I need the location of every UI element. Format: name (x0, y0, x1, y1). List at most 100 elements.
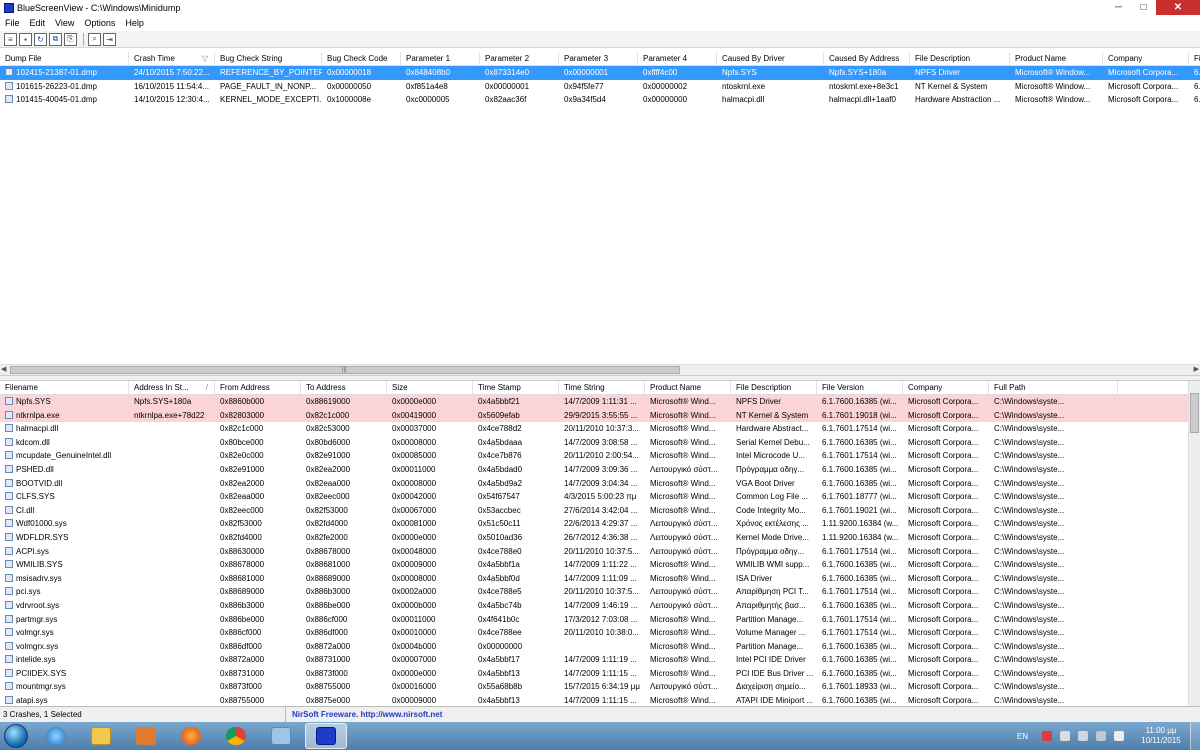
table-row[interactable]: atapi.sys 0x88755000 0x8875e000 0x00009000 0… (0, 694, 1188, 706)
table-row[interactable]: Wdf01000.sys 0x82f53000 0x82fd4000 0x000810… (0, 517, 1188, 531)
table-cell: 6.1.7600.16385 (wi... (817, 477, 903, 491)
menu-file[interactable]: File (0, 18, 25, 28)
cell-text: 6.1.7601.17514 (wi... (822, 546, 897, 556)
column-header[interactable]: Time Stamp (473, 381, 559, 395)
column-header[interactable]: Company (1103, 52, 1189, 66)
column-header[interactable]: Bug Check Code (322, 52, 401, 66)
column-header[interactable]: / Address In St... (129, 381, 215, 395)
table-row[interactable]: ntkrnlpa.exe ntkrnlpa.exe+78d22 0x82803000… (0, 408, 1188, 423)
table-row[interactable]: msisadrv.sys 0x88681000 0x88689000 0x000080… (0, 572, 1188, 586)
column-header[interactable]: Filename (0, 381, 129, 395)
table-cell: C:\Windows\syste... (989, 667, 1118, 681)
table-row[interactable]: volmgr.sys 0x886cf000 0x886df000 0x00010000… (0, 626, 1188, 640)
start-button[interactable] (0, 722, 32, 750)
clock[interactable]: 11:00 μμ 10/11/2015 (1132, 726, 1190, 746)
column-header[interactable]: File Version (817, 381, 903, 395)
table-row[interactable]: mcupdate_GenuineIntel.dll 0x82e0c000 0x82e… (0, 449, 1188, 463)
column-header[interactable]: Caused By Driver (717, 52, 824, 66)
copy-icon[interactable]: ⧉ (49, 32, 62, 46)
scroll-thumb[interactable] (1190, 393, 1199, 433)
taskbar-media-player[interactable] (125, 723, 167, 749)
column-header[interactable]: Time String (559, 381, 645, 395)
column-header[interactable]: Bug Check String (215, 52, 322, 66)
taskbar-firefox[interactable] (170, 723, 212, 749)
column-header[interactable]: Parameter 2 (480, 52, 559, 66)
column-header[interactable]: Caused By Address (824, 52, 910, 66)
column-header[interactable]: Dump File (0, 52, 129, 66)
table-row[interactable]: pci.sys 0x88689000 0x886b3000 0x0002a000 0x4… (0, 585, 1188, 599)
menu-edit[interactable]: Edit (25, 18, 51, 28)
scroll-left-icon[interactable]: ◀ (1, 365, 6, 373)
maximize-button[interactable]: □ (1131, 0, 1156, 15)
properties-icon[interactable]: ≡ (4, 32, 17, 46)
table-row[interactable]: ACPI.sys 0x88630000 0x88678000 0x00048000 0x… (0, 545, 1188, 559)
table-row[interactable]: WMILIB.SYS 0x88678000 0x88681000 0x00009000… (0, 558, 1188, 572)
column-header[interactable]: To Address (301, 381, 387, 395)
column-header[interactable]: Parameter 3 (559, 52, 638, 66)
find-icon[interactable]: ⌕ (88, 32, 101, 46)
table-row[interactable]: PSHED.dll 0x82e91000 0x82ea2000 0x00011000 0… (0, 463, 1188, 477)
column-header[interactable]: Size (387, 381, 473, 395)
network-icon[interactable] (1078, 731, 1088, 741)
menu-help[interactable]: Help (120, 18, 149, 28)
column-header[interactable]: Product Name (645, 381, 731, 395)
volume-icon[interactable] (1114, 731, 1124, 741)
taskbar-window-switcher[interactable] (260, 723, 302, 749)
column-header[interactable]: Full Path (989, 381, 1118, 395)
file-icon (5, 587, 13, 596)
refresh-icon[interactable]: ↻ (34, 32, 47, 46)
taskbar-internet-explorer[interactable] (35, 723, 77, 749)
save-icon[interactable]: ▪ (19, 32, 32, 46)
table-cell: halmacpi.dll+1aaf0 (824, 93, 910, 107)
column-header[interactable]: Product Name (1010, 52, 1103, 66)
power-icon[interactable] (1096, 731, 1106, 741)
table-row[interactable]: 102415-21387-01.dmp 24/10/2015 7:50:22...… (0, 66, 1200, 80)
file-icon (5, 641, 13, 650)
column-header[interactable]: Fi (1189, 52, 1200, 66)
table-row[interactable]: WDFLDR.SYS 0x82fd4000 0x82fe2000 0x0000e000… (0, 531, 1188, 545)
taskbar-chrome[interactable] (215, 723, 257, 749)
table-row[interactable]: BOOTVID.dll 0x82ea2000 0x82eaa000 0x0000800… (0, 477, 1188, 491)
table-cell: 1.11.9200.16384 (w... (817, 517, 903, 531)
taskbar-file-explorer[interactable] (80, 723, 122, 749)
exit-icon[interactable]: ⇥ (103, 32, 116, 46)
taskbar-bluescreenview[interactable] (305, 723, 347, 749)
crash-list-hscrollbar[interactable]: ◀ ||| ▶ (0, 364, 1200, 375)
column-header[interactable]: Parameter 4 (638, 52, 717, 66)
column-header[interactable]: File Description (731, 381, 817, 395)
table-row[interactable]: Npfs.SYS Npfs.SYS+180a 0x8860b000 0x8861900… (0, 395, 1188, 409)
table-row[interactable]: kdcom.dll 0x80bce000 0x80bd6000 0x00008000 0… (0, 436, 1188, 450)
close-button[interactable]: ✕ (1156, 0, 1200, 15)
table-row[interactable]: CLFS.SYS 0x82eaa000 0x82eec000 0x00042000 0x… (0, 490, 1188, 504)
table-row[interactable]: partmgr.sys 0x886be000 0x886cf000 0x0001100… (0, 613, 1188, 627)
table-cell: 0x886cf000 (215, 626, 301, 640)
table-row[interactable]: mountmgr.sys 0x8873f000 0x88755000 0x000160… (0, 680, 1188, 694)
column-header[interactable]: File Description (910, 52, 1010, 66)
table-row[interactable]: 101415-40045-01.dmp 14/10/2015 12:30:4...… (0, 93, 1200, 107)
cell-text: 0x00008000 (392, 437, 437, 447)
driver-list-vscrollbar[interactable] (1188, 381, 1200, 706)
column-header[interactable]: Parameter 1 (401, 52, 480, 66)
scroll-right-icon[interactable]: ▶ (1194, 365, 1199, 373)
table-row[interactable]: vdrvroot.sys 0x886b3000 0x886be000 0x0000b0… (0, 599, 1188, 613)
column-header[interactable]: ▽ Crash Time (129, 52, 215, 66)
table-row[interactable]: intelide.sys 0x8872a000 0x88731000 0x000070… (0, 653, 1188, 667)
table-row[interactable]: 101615-26223-01.dmp 16/10/2015 11:54:4...… (0, 80, 1200, 94)
show-desktop-button[interactable] (1190, 722, 1200, 750)
copy-report-icon[interactable]: ⎘ (64, 32, 77, 46)
action-center-icon[interactable] (1060, 731, 1070, 741)
table-row[interactable]: halmacpi.dll 0x82c1c000 0x82c53000 0x000370… (0, 422, 1188, 436)
table-cell: 0x0000e000 (387, 667, 473, 681)
menu-view[interactable]: View (50, 18, 79, 28)
nirsoft-link[interactable]: NirSoft Freeware. http://www.nirsoft.net (286, 710, 442, 719)
language-indicator[interactable]: EN (1017, 732, 1028, 741)
table-row[interactable]: PCIIDEX.SYS 0x88731000 0x8873f000 0x0000e00… (0, 667, 1188, 681)
column-header[interactable]: From Address (215, 381, 301, 395)
table-row[interactable]: CI.dll 0x82eec000 0x82f53000 0x00067000 0x53… (0, 504, 1188, 518)
column-header[interactable]: Company (903, 381, 989, 395)
table-row[interactable]: volmgrx.sys 0x886df000 0x8872a000 0x0004b00… (0, 640, 1188, 654)
table-cell: 0x873314e0 (480, 66, 559, 80)
menu-options[interactable]: Options (79, 18, 120, 28)
minimize-button[interactable]: ─ (1106, 0, 1131, 15)
antivirus-icon[interactable] (1042, 731, 1052, 741)
